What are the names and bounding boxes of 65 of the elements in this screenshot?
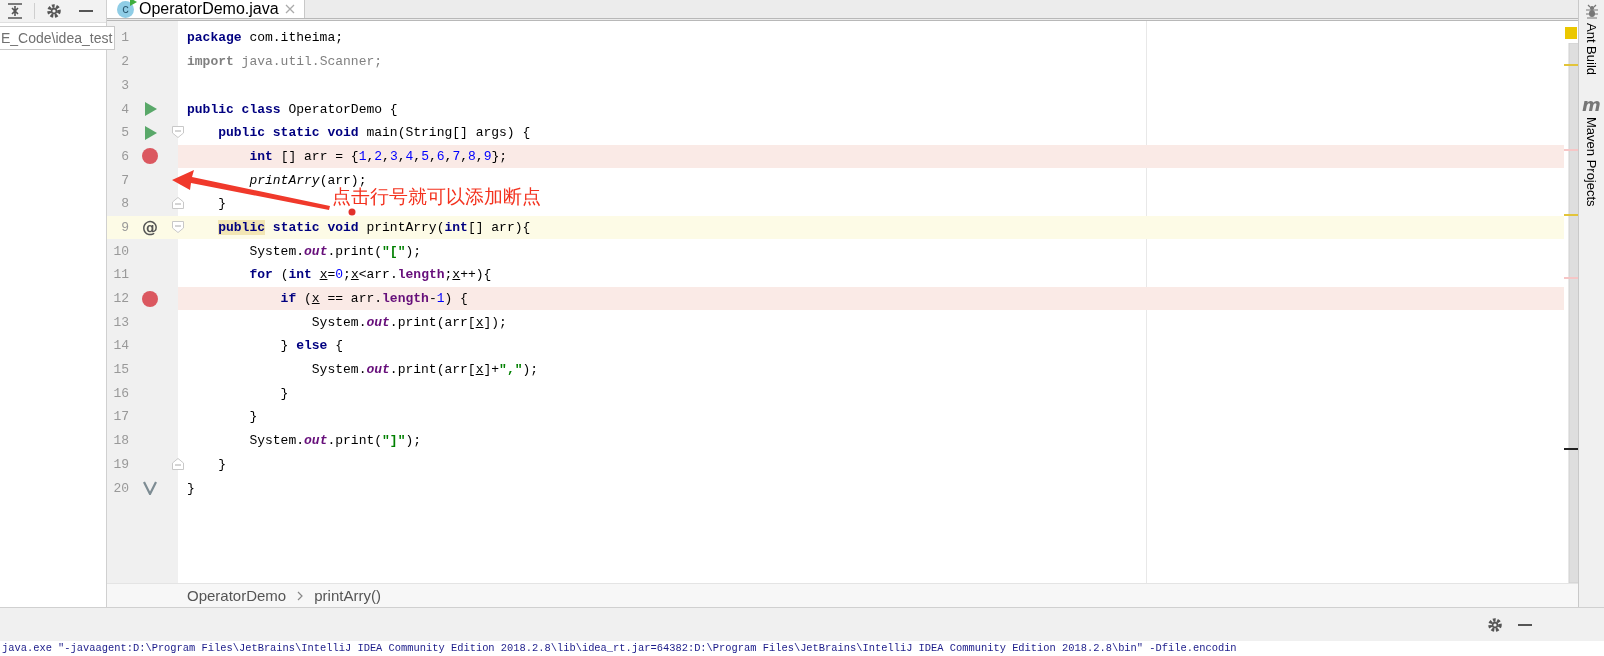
code-line: public static void printArry(int[] arr){	[217, 220, 531, 235]
code-line: }	[187, 480, 195, 496]
line-number[interactable]: 6	[107, 148, 129, 164]
line-number[interactable]: 17	[107, 409, 129, 425]
code-line: if (x == arr.length-1) {	[279, 291, 468, 307]
code-line: public static void main(String[] args) {	[217, 125, 531, 141]
chevron-icon	[296, 589, 305, 602]
line-number[interactable]: 12	[107, 291, 129, 307]
annotation-text: 点击行号就可以添加断点	[332, 186, 541, 206]
line-number[interactable]: 13	[107, 314, 129, 330]
maven-icon: m	[1582, 97, 1601, 114]
console-output: java.exe "-javaagent:D:\Program Files\JetBrains\IntelliJ IDEA Community Edition 2018.2.8\lib\idea_rt.jar=64382:D:\Program Files\JetBrains\IntelliJ IDEA Community Edition 2018.2.8\bin" -Dfile.encodin	[2, 642, 1237, 654]
line-number[interactable]: 14	[107, 338, 129, 354]
line-number[interactable]: 4	[107, 101, 129, 117]
fold-icon[interactable]	[172, 125, 184, 138]
fold-icon[interactable]	[172, 457, 184, 470]
breadcrumb[interactable]: printArry()	[314, 587, 381, 605]
run-icon[interactable]	[143, 102, 157, 117]
line-number[interactable]: 9	[107, 220, 129, 235]
fold-icon[interactable]	[172, 196, 184, 209]
code-line: } else {	[279, 338, 344, 354]
line-number[interactable]: 20	[107, 480, 129, 496]
settings-icon[interactable]	[45, 2, 63, 20]
fold-icon[interactable]	[172, 220, 184, 233]
inspection-status-icon[interactable]	[1565, 27, 1577, 40]
settings-icon[interactable]	[1486, 615, 1504, 634]
code-line: }	[248, 409, 258, 425]
tool-window-button[interactable]: Maven Projects	[1584, 117, 1599, 207]
collapse-all-icon[interactable]	[6, 2, 24, 20]
code-line: int [] arr = {1,2,3,4,5,6,7,8,9};	[248, 148, 508, 164]
override-marker[interactable]: @	[142, 218, 158, 237]
line-number[interactable]: 19	[107, 456, 129, 472]
code-line: import java.util.Scanner;	[187, 54, 383, 70]
class-file-icon: c	[117, 0, 134, 18]
code-line: package com.itheima;	[187, 30, 344, 46]
line-number[interactable]: 3	[107, 77, 129, 93]
code-line: }	[217, 456, 226, 472]
line-number[interactable]: 11	[107, 267, 129, 283]
line-number[interactable]: 10	[107, 243, 129, 259]
breadcrumb[interactable]: OperatorDemo	[187, 587, 287, 605]
line-number[interactable]: 15	[107, 362, 129, 378]
close-icon[interactable]	[283, 3, 296, 16]
ant-icon	[1584, 4, 1599, 19]
code-line: }	[217, 196, 226, 212]
path-tooltip: E_Code\idea_test	[0, 26, 116, 50]
code-line: System.out.print(arr[x]+",");	[310, 362, 539, 378]
breakpoint-icon[interactable]	[142, 148, 158, 165]
dot-mark	[348, 208, 356, 216]
line-number[interactable]: 5	[107, 125, 129, 141]
code-line: public class OperatorDemo {	[187, 101, 398, 117]
line-number[interactable]: 8	[107, 196, 129, 212]
tool-window-button[interactable]: Ant Build	[1584, 23, 1599, 76]
file-tab[interactable]: c OperatorDemo.java	[107, 0, 305, 19]
code-line: System.out.print(arr[x]);	[310, 314, 507, 330]
code-line: System.out.print("[");	[248, 243, 422, 259]
run-icon[interactable]	[143, 125, 157, 140]
line-number[interactable]: 16	[107, 385, 129, 401]
code-line: printArry(arr);	[248, 172, 367, 188]
code-line: }	[279, 385, 289, 401]
line-number[interactable]: 18	[107, 433, 129, 449]
code-line: for (int x=0;x<arr.length;x++){	[248, 267, 492, 283]
line-number[interactable]: 2	[107, 54, 129, 70]
code-line: System.out.print("]");	[248, 433, 422, 449]
line-number[interactable]: 7	[107, 172, 129, 188]
breakpoint-icon[interactable]	[142, 290, 158, 307]
